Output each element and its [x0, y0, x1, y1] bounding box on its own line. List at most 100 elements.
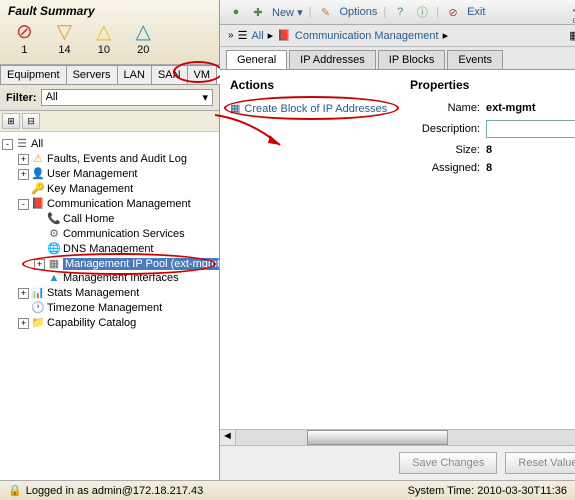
circle-icon[interactable]: ●	[228, 4, 244, 20]
tree-item-icon: 📁	[31, 316, 45, 329]
footer-buttons: Save Changes Reset Values	[220, 445, 575, 480]
breadcrumb-all-icon: ☰	[238, 29, 248, 42]
exit-icon[interactable]: ⊘	[445, 4, 461, 20]
tree-item-label[interactable]: User Management	[47, 168, 138, 180]
tree-toolbar: ⊞ ⊟	[0, 111, 219, 132]
fault-icon: △	[96, 22, 111, 42]
prop-value: 8	[486, 144, 492, 156]
tree-item-label[interactable]: Communication Management	[47, 198, 191, 210]
reset-values-button[interactable]: Reset Values	[505, 452, 575, 474]
save-changes-button[interactable]: Save Changes	[399, 452, 497, 474]
filter-bar: Filter: All ▾	[0, 85, 219, 111]
tree-toggle-icon[interactable]: +	[18, 154, 29, 165]
main-toolbar: ● ✚ New ▾ | ✎ Options | ? ⓘ | ⊘ Exit cis…	[220, 0, 575, 25]
tree-item-icon: ☰	[15, 137, 29, 150]
status-time: System Time: 2010-03-30T11:36	[408, 485, 567, 497]
horizontal-scrollbar[interactable]: ◄ ►	[220, 429, 575, 445]
block-icon: ▦	[230, 102, 240, 115]
tree-node[interactable]: ▲Management Interfaces	[2, 271, 217, 285]
tree-node[interactable]: +▦Management IP Pool (ext-mgmt)	[2, 256, 217, 271]
actions-title: Actions	[230, 78, 390, 92]
nav-tab-vm[interactable]: VM	[187, 65, 218, 84]
tree-node[interactable]: +📊Stats Management	[2, 285, 217, 300]
help-icon[interactable]: ?	[392, 4, 408, 20]
tree-collapse-button[interactable]: ⊟	[22, 113, 40, 129]
tree-item-icon: ⚙	[47, 227, 61, 240]
filter-label: Filter:	[6, 92, 37, 104]
breadcrumb-all[interactable]: All	[251, 30, 263, 42]
options-icon[interactable]: ✎	[317, 4, 333, 20]
nav-tab-san[interactable]: SAN	[151, 65, 188, 84]
tree-item-label[interactable]: Faults, Events and Audit Log	[47, 153, 187, 165]
tree-item-label[interactable]: Stats Management	[47, 287, 139, 299]
prop-value: 8	[486, 162, 492, 174]
new-button[interactable]: New ▾	[272, 6, 303, 19]
content-tabs: GeneralIP AddressesIP BlocksEvents	[220, 47, 575, 70]
tree-node[interactable]: 🔑Key Management	[2, 181, 217, 196]
tree-node[interactable]: +⚠Faults, Events and Audit Log	[2, 151, 217, 166]
fault-count: 10	[98, 44, 110, 56]
options-button[interactable]: Options	[339, 6, 377, 18]
content-tab-ip-addresses[interactable]: IP Addresses	[289, 50, 376, 70]
tree-node[interactable]: -📕Communication Management	[2, 196, 217, 211]
breadcrumb-section-icon: 📕	[277, 29, 291, 42]
tree-node[interactable]: 📞Call Home	[2, 211, 217, 226]
tree-expand-button[interactable]: ⊞	[2, 113, 20, 129]
prop-label: Assigned:	[410, 162, 480, 174]
left-nav-tabs: EquipmentServersLANSANVMAdmin	[0, 65, 219, 85]
content-tab-events[interactable]: Events	[447, 50, 503, 70]
nav-tab-equipment[interactable]: Equipment	[0, 65, 67, 84]
tree-item-label[interactable]: Management IP Pool (ext-mgmt)	[63, 258, 219, 270]
breadcrumb-section[interactable]: Communication Management	[295, 30, 439, 42]
create-ip-block-link[interactable]: ▦ Create Block of IP Addresses	[230, 102, 390, 115]
fault-severity-0[interactable]: ⊘1	[16, 22, 33, 56]
lock-icon: 🔒	[8, 484, 22, 497]
content-tab-ip-blocks[interactable]: IP Blocks	[378, 50, 446, 70]
nav-tab-lan[interactable]: LAN	[117, 65, 152, 84]
breadcrumb: » ☰ All ▸ 📕 Communication Management ▸ ▦…	[220, 25, 575, 47]
fault-count: 1	[21, 44, 27, 56]
fault-severity-3[interactable]: △20	[136, 22, 151, 56]
tree-item-label[interactable]: Management Interfaces	[63, 272, 179, 284]
tree-item-icon: 🕐	[31, 301, 45, 314]
tree-item-icon: ▦	[47, 257, 61, 270]
info-icon[interactable]: ⓘ	[414, 4, 430, 20]
tree-toggle-icon[interactable]: -	[2, 139, 13, 150]
tree-toggle-icon[interactable]: +	[34, 259, 45, 270]
tree-node[interactable]: +📁Capability Catalog	[2, 315, 217, 330]
fault-severity-2[interactable]: △ 10	[96, 22, 111, 56]
tree-item-icon: ⚠	[31, 152, 45, 165]
tree-node[interactable]: 🌐DNS Management	[2, 241, 217, 256]
tree-toggle-icon[interactable]: -	[18, 199, 29, 210]
tree-item-icon: 📕	[31, 197, 45, 210]
tree-item-label[interactable]: DNS Management	[63, 243, 154, 255]
fault-severity-1[interactable]: ▽14	[57, 22, 72, 56]
tree-item-label[interactable]: All	[31, 138, 43, 150]
prop-label: Name:	[410, 102, 480, 114]
tree-item-icon: 📊	[31, 286, 45, 299]
tree-toggle-icon[interactable]: +	[18, 288, 29, 299]
fault-summary-title: Fault Summary	[8, 4, 211, 18]
tree-toggle-icon[interactable]: +	[18, 318, 29, 329]
tree-item-label[interactable]: Key Management	[47, 183, 133, 195]
content-tab-general[interactable]: General	[226, 50, 287, 70]
tree-node[interactable]: -☰All	[2, 136, 217, 151]
nav-tab-servers[interactable]: Servers	[66, 65, 118, 84]
new-icon[interactable]: ✚	[250, 4, 266, 20]
fault-icon: ▽	[57, 22, 72, 42]
property-row: Assigned: 8	[410, 162, 575, 174]
tree-item-label[interactable]: Timezone Management	[47, 302, 162, 314]
tree-node[interactable]: +👤User Management	[2, 166, 217, 181]
tree-toggle-icon[interactable]: +	[18, 169, 29, 180]
tree-item-label[interactable]: Capability Catalog	[47, 317, 136, 329]
tree-node[interactable]: 🕐Timezone Management	[2, 300, 217, 315]
tree-item-label[interactable]: Call Home	[63, 213, 114, 225]
tree-node[interactable]: ⚙Communication Services	[2, 226, 217, 241]
tree-item-label[interactable]: Communication Services	[63, 228, 185, 240]
breadcrumb-back-icon[interactable]: »	[228, 30, 234, 41]
filter-select[interactable]: All ▾	[41, 89, 213, 106]
prop-label: Description:	[410, 123, 480, 135]
exit-button[interactable]: Exit	[467, 6, 485, 18]
description-input[interactable]	[486, 120, 575, 138]
navigation-tree[interactable]: -☰All+⚠Faults, Events and Audit Log+👤Use…	[0, 132, 219, 480]
